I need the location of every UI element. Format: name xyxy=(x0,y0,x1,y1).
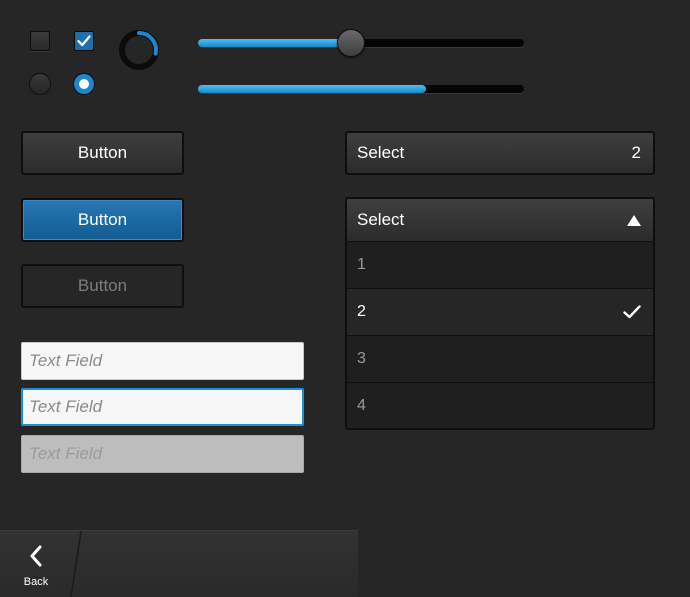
select-dropdown-expanded: Select 1 2 3 4 xyxy=(345,197,655,430)
checkbox-unchecked[interactable] xyxy=(30,31,50,51)
default-button[interactable]: Button xyxy=(21,131,184,175)
select-value: 2 xyxy=(631,143,641,162)
radio-unselected[interactable] xyxy=(29,73,51,95)
select-header[interactable]: Select xyxy=(347,199,653,241)
text-field[interactable] xyxy=(21,342,304,380)
chevron-left-icon xyxy=(30,545,42,567)
checkmark-icon xyxy=(623,305,641,319)
triangle-up-icon xyxy=(627,214,641,226)
text-field-disabled xyxy=(21,435,304,473)
select-dropdown[interactable]: Select 2 xyxy=(345,131,655,175)
option-label: 2 xyxy=(357,303,366,320)
option-label: 4 xyxy=(357,397,366,414)
select-option-selected[interactable]: 2 xyxy=(347,288,653,335)
activity-indicator xyxy=(119,30,159,70)
slider-thumb[interactable] xyxy=(337,29,365,57)
back-label: Back xyxy=(23,576,49,588)
back-button[interactable]: Back xyxy=(0,530,80,596)
checkbox-checked[interactable] xyxy=(74,31,94,51)
progress-bar xyxy=(198,85,524,93)
text-field-focused[interactable] xyxy=(21,388,304,426)
select-option[interactable]: 3 xyxy=(347,335,653,382)
select-option[interactable]: 1 xyxy=(347,241,653,288)
radio-selected[interactable] xyxy=(73,73,95,95)
primary-button[interactable]: Button xyxy=(21,198,184,242)
select-label: Select xyxy=(357,210,405,229)
select-label: Select xyxy=(357,143,405,162)
slider-fill xyxy=(198,39,351,47)
disabled-button: Button xyxy=(21,264,184,308)
radio-dot xyxy=(79,79,89,89)
progress-fill xyxy=(198,85,426,93)
checkmark-icon xyxy=(77,35,91,47)
option-label: 1 xyxy=(357,256,366,273)
option-label: 3 xyxy=(357,350,366,367)
select-option[interactable]: 4 xyxy=(347,382,653,428)
